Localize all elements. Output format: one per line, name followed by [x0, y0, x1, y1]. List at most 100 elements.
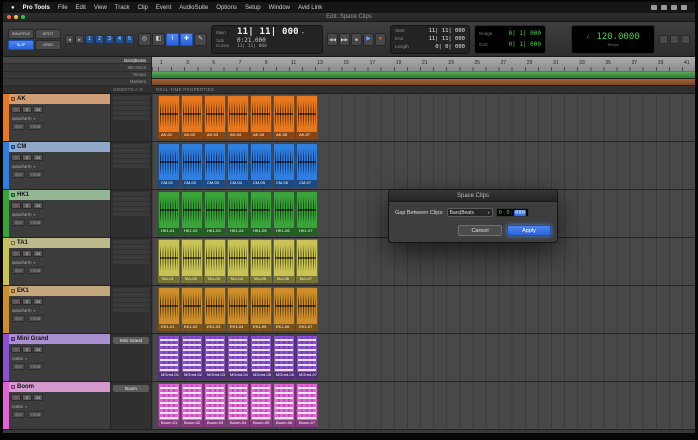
insert-slot[interactable]	[113, 159, 149, 163]
insert-slot[interactable]	[113, 101, 149, 105]
instrument-plugin-button[interactable]: Boom	[113, 385, 149, 392]
track-lane[interactable]: TA1-01TA1-02TA1-03TA1-04TA1-05TA1-06TA1-…	[152, 238, 695, 285]
clip-ta1-04[interactable]: TA1-04	[227, 239, 249, 283]
insert-slot[interactable]	[113, 293, 149, 297]
solo-button[interactable]: S	[22, 106, 32, 113]
track-name[interactable]: EK1	[9, 286, 110, 296]
clip-ak-03[interactable]: AK-03	[204, 95, 226, 139]
ruler-label-bars-beats[interactable]: Bars|Beats	[3, 57, 151, 64]
automation-mode-selector[interactable]: read	[28, 363, 43, 370]
clip-cm-02[interactable]: CM-02	[181, 143, 203, 187]
insert-slot[interactable]	[113, 164, 149, 168]
voice-selector[interactable]: dyn	[12, 363, 25, 370]
insert-slot[interactable]	[113, 303, 149, 307]
gap-value-part[interactable]: 0	[499, 210, 502, 216]
solo-button[interactable]: S	[22, 346, 32, 353]
zoom-preset-1-button[interactable]: 1	[85, 35, 94, 44]
mute-button[interactable]: M	[33, 202, 43, 209]
track-name[interactable]: Mini Grand	[9, 334, 110, 344]
automation-mode-selector[interactable]: read	[28, 267, 43, 274]
insert-slot[interactable]	[113, 144, 149, 148]
voice-selector[interactable]: dyn	[12, 411, 25, 418]
play-button[interactable]: ▶	[363, 33, 374, 46]
clip-ta1-02[interactable]: TA1-02	[181, 239, 203, 283]
clip-mgrnd-03[interactable]: MGrnd-03	[204, 335, 226, 379]
zoom-in-button[interactable]: ►	[75, 35, 84, 44]
insert-slot[interactable]	[113, 288, 149, 292]
clip-ta1-06[interactable]: TA1-06	[273, 239, 295, 283]
clip-boom-01[interactable]: Boom-01	[158, 383, 180, 427]
bars-beats-ruler[interactable]: 1357911131517192123252729313335373941	[152, 57, 695, 72]
selection-length-value[interactable]: 0| 0| 000	[435, 44, 465, 50]
clip-ek1-06[interactable]: EK1-06	[273, 287, 295, 331]
automation-mode-selector[interactable]: read	[28, 123, 43, 130]
clip-ek1-02[interactable]: EK1-02	[181, 287, 203, 331]
stop-button[interactable]: ■	[351, 33, 362, 46]
grid-options-icon[interactable]	[681, 35, 690, 44]
record-enable-button[interactable]: ●	[11, 202, 21, 209]
clip-ta1-01[interactable]: TA1-01	[158, 239, 180, 283]
record-enable-button[interactable]: ●	[11, 394, 21, 401]
record-enable-button[interactable]: ●	[11, 106, 21, 113]
record-enable-button[interactable]: ●	[11, 154, 21, 161]
gap-units-dropdown[interactable]: Bars|Beats ▾	[447, 208, 493, 217]
track-name[interactable]: HK1	[9, 190, 110, 200]
insert-slot[interactable]	[113, 106, 149, 110]
clip-hk1-05[interactable]: HK1-05	[250, 191, 272, 235]
solo-button[interactable]: S	[22, 298, 32, 305]
track-view-selector[interactable]: notes▾	[9, 402, 110, 410]
record-enable-button[interactable]: ●	[11, 346, 21, 353]
solo-button[interactable]: S	[22, 154, 32, 161]
clip-ek1-03[interactable]: EK1-03	[204, 287, 226, 331]
track-lane[interactable]: AK-01AK-02AK-03AK-04AK-05AK-06AK-07	[152, 94, 695, 141]
clip-ek1-04[interactable]: EK1-04	[227, 287, 249, 331]
menu-options[interactable]: Options	[216, 5, 237, 11]
track-lane[interactable]: EK1-01EK1-02EK1-03EK1-04EK1-05EK1-06EK1-…	[152, 286, 695, 333]
mode-shuffle-button[interactable]: SHUFFLE	[8, 29, 34, 39]
voice-selector[interactable]: dyn	[12, 315, 25, 322]
clip-boom-02[interactable]: Boom-02	[181, 383, 203, 427]
clip-ek1-07[interactable]: EK1-07	[296, 287, 318, 331]
record-button[interactable]: ●	[375, 33, 386, 46]
clip-hk1-04[interactable]: HK1-04	[227, 191, 249, 235]
clip-ak-01[interactable]: AK-01	[158, 95, 180, 139]
insert-slot[interactable]	[113, 255, 149, 259]
track-name[interactable]: CM	[9, 142, 110, 152]
track-lane[interactable]: Boom-01Boom-02Boom-03Boom-04Boom-05Boom-…	[152, 382, 695, 429]
record-enable-button[interactable]: ●	[11, 298, 21, 305]
automation-mode-selector[interactable]: read	[28, 411, 43, 418]
battery-icon[interactable]	[651, 5, 657, 10]
menu-clip[interactable]: Clip	[138, 5, 148, 11]
track-view-selector[interactable]: waveform▾	[9, 258, 110, 266]
record-enable-button[interactable]: ●	[11, 250, 21, 257]
selector-tool[interactable]: I	[166, 33, 179, 46]
track-view-selector[interactable]: waveform▾	[9, 162, 110, 170]
clip-ak-06[interactable]: AK-06	[273, 95, 295, 139]
apply-button[interactable]: Apply	[507, 225, 551, 236]
nudge-value[interactable]: 0| 1| 000	[508, 30, 541, 37]
clip-boom-05[interactable]: Boom-05	[250, 383, 272, 427]
apple-menu-icon[interactable]: ●	[11, 5, 15, 11]
insert-slot[interactable]	[113, 202, 149, 206]
zoom-preset-5-button[interactable]: 5	[125, 35, 134, 44]
instrument-plugin-button[interactable]: Mini Grand	[113, 337, 149, 344]
clip-hk1-06[interactable]: HK1-06	[273, 191, 295, 235]
clip-ta1-03[interactable]: TA1-03	[204, 239, 226, 283]
mode-spot-button[interactable]: SPOT	[35, 29, 61, 39]
clip-boom-07[interactable]: Boom-07	[296, 383, 318, 427]
zoom-out-button[interactable]: ◄	[65, 35, 74, 44]
clip-hk1-01[interactable]: HK1-01	[158, 191, 180, 235]
track-view-selector[interactable]: waveform▾	[9, 210, 110, 218]
track-name[interactable]: Boom	[9, 382, 110, 392]
mute-button[interactable]: M	[33, 298, 43, 305]
tempo-value[interactable]: 120.0000	[596, 32, 639, 42]
trim-tool[interactable]: ◧	[152, 33, 165, 46]
clip-ak-05[interactable]: AK-05	[250, 95, 272, 139]
ruler-label-min-secs[interactable]: Min:Secs	[3, 64, 151, 71]
clip-cm-07[interactable]: CM-07	[296, 143, 318, 187]
menu-setup[interactable]: Setup	[245, 5, 261, 11]
gap-value-part[interactable]: 000	[514, 210, 526, 216]
clip-ta1-05[interactable]: TA1-05	[250, 239, 272, 283]
insert-slot[interactable]	[113, 207, 149, 211]
automation-mode-selector[interactable]: read	[28, 315, 43, 322]
